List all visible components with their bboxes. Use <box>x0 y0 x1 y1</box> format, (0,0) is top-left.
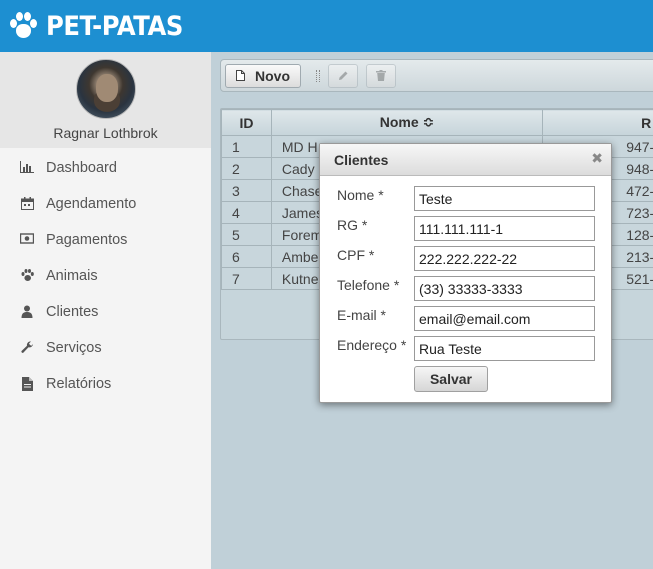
column-header-id[interactable]: ID <box>221 109 272 136</box>
address-field[interactable] <box>414 336 595 361</box>
cell-id: 2 <box>221 157 272 180</box>
trash-icon <box>376 68 386 84</box>
field-row-endereco: Endereço * <box>337 337 414 353</box>
paw-icon <box>20 269 34 283</box>
rg-label: RG * <box>337 217 368 233</box>
address-label: Endereço * <box>337 337 407 353</box>
field-row-email: E-mail * <box>337 307 414 323</box>
sidebar-item-animais[interactable]: Animais <box>0 258 211 294</box>
sidebar-item-pagamentos[interactable]: Pagamentos <box>0 222 211 258</box>
edit-button[interactable] <box>328 64 358 88</box>
sidebar-item-servicos[interactable]: Serviços <box>0 330 211 366</box>
toolbar-separator <box>316 70 320 82</box>
field-row-nome: Nome * <box>337 187 414 203</box>
phone-label: Telefone * <box>337 277 400 293</box>
cpf-field[interactable] <box>414 246 595 271</box>
sidebar-item-label: Agendamento <box>46 196 137 212</box>
cell-id: 7 <box>221 267 272 290</box>
field-row-cpf: CPF * <box>337 247 414 263</box>
toolbar: Novo <box>220 59 653 92</box>
app-brand[interactable]: PET-PATAS <box>46 11 183 42</box>
field-row-telefone: Telefone * <box>337 277 414 293</box>
sidebar-item-label: Pagamentos <box>46 232 128 248</box>
sidebar: Ragnar Lothbrok Dashboard Agendamento Pa… <box>0 52 211 569</box>
user-name: Ragnar Lothbrok <box>53 125 158 141</box>
rg-field[interactable] <box>414 216 595 241</box>
sidebar-item-label: Serviços <box>46 340 102 356</box>
field-row-rg: RG * <box>337 217 414 233</box>
calendar-icon <box>20 197 34 211</box>
paw-logo-icon <box>10 12 37 40</box>
money-icon <box>19 233 35 247</box>
bar-chart-icon <box>20 161 34 175</box>
cell-id: 5 <box>221 223 272 246</box>
column-header-name[interactable]: Nome ≎ <box>270 109 544 136</box>
dialog-title: Clientes <box>334 151 389 168</box>
avatar[interactable] <box>75 59 136 119</box>
dialog-header: Clientes <box>320 144 611 176</box>
pencil-icon <box>338 68 349 84</box>
top-bar: PET-PATAS <box>0 0 653 52</box>
new-button[interactable]: Novo <box>225 64 301 88</box>
close-icon[interactable]: ✖ <box>591 150 603 167</box>
user-profile: Ragnar Lothbrok <box>0 52 211 148</box>
cell-id: 1 <box>221 135 272 158</box>
sidebar-item-label: Dashboard <box>46 160 117 176</box>
user-icon <box>20 305 34 319</box>
sidebar-menu: Dashboard Agendamento Pagamentos Animais… <box>0 148 211 402</box>
save-button[interactable]: Salvar <box>414 366 488 392</box>
email-field[interactable] <box>414 306 595 331</box>
new-button-label: Novo <box>255 68 290 84</box>
cell-id: 3 <box>221 179 272 202</box>
sidebar-item-dashboard[interactable]: Dashboard <box>0 150 211 186</box>
sidebar-item-agendamento[interactable]: Agendamento <box>0 186 211 222</box>
column-header-rg[interactable]: R <box>542 109 653 136</box>
sidebar-item-label: Relatórios <box>46 376 112 392</box>
cell-id: 4 <box>221 201 272 224</box>
cpf-label: CPF * <box>337 247 375 263</box>
delete-button[interactable] <box>366 64 396 88</box>
cell-id: 6 <box>221 245 272 268</box>
sidebar-item-label: Clientes <box>46 304 99 320</box>
name-field[interactable] <box>414 186 595 211</box>
wrench-icon <box>20 341 34 355</box>
sidebar-item-label: Animais <box>46 268 98 284</box>
phone-field[interactable] <box>414 276 595 301</box>
email-label: E-mail * <box>337 307 387 323</box>
file-icon <box>20 377 34 391</box>
name-label: Nome * <box>337 187 384 203</box>
sidebar-item-clientes[interactable]: Clientes <box>0 294 211 330</box>
sidebar-item-relatorios[interactable]: Relatórios <box>0 366 211 402</box>
document-icon <box>236 68 245 84</box>
clients-dialog: Clientes ✖ Nome * RG * CPF * Telefone * … <box>319 143 612 403</box>
